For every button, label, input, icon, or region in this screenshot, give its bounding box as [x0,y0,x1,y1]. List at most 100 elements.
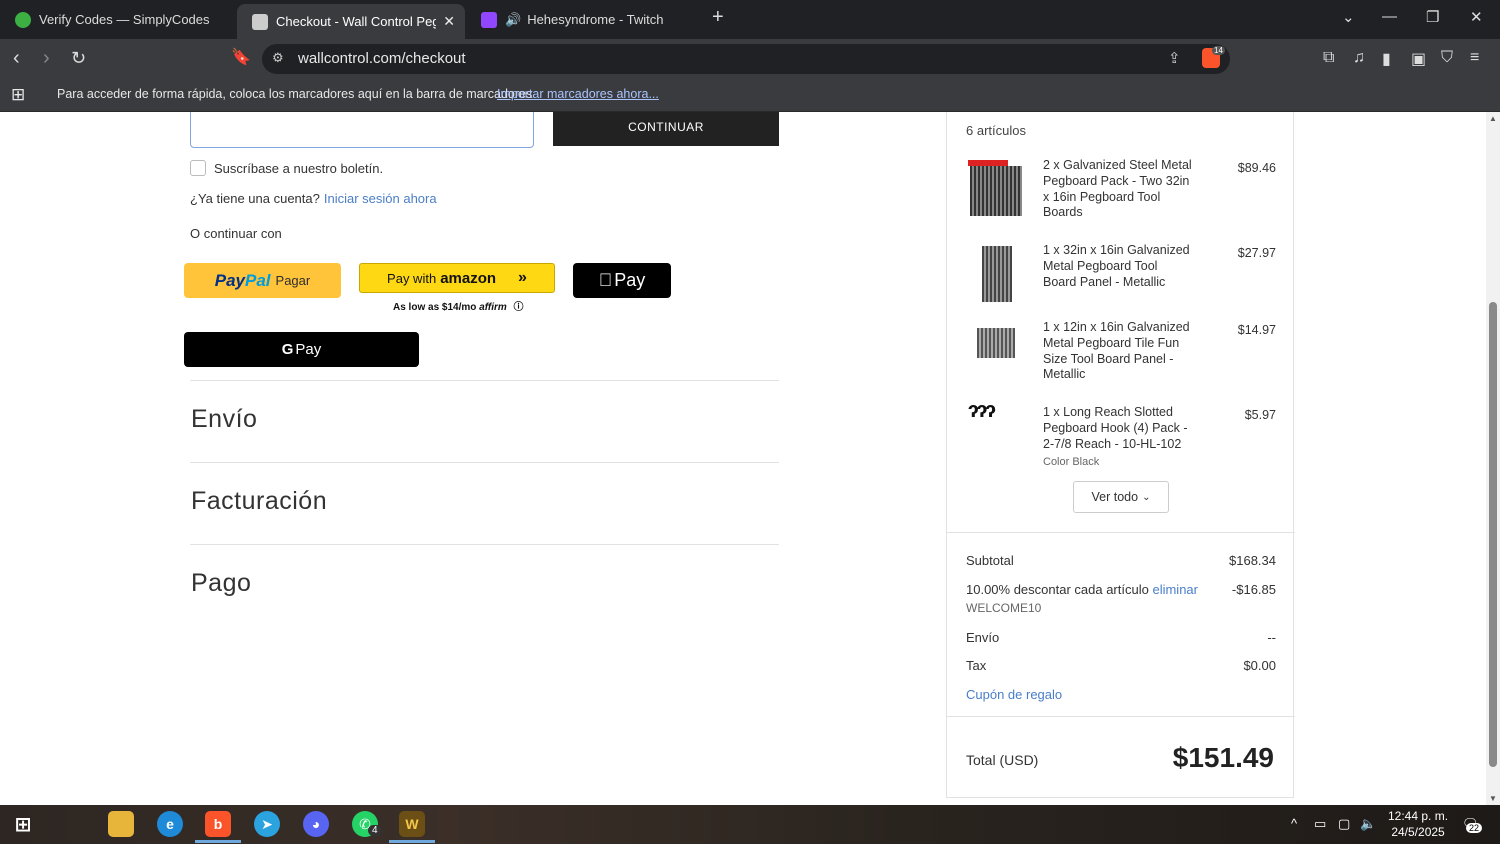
reload-button[interactable]: ↻ [71,47,86,69]
wallet-icon[interactable]: ▣ [1411,49,1426,69]
media-icon[interactable]: ♫ [1353,49,1365,67]
sidebar-icon[interactable]: ▮ [1382,49,1391,69]
vpn-icon[interactable]: ⛉ [1441,49,1453,67]
tab-checkout[interactable]: Checkout - Wall Control Pegbo... ✕ [237,4,465,39]
clock-time: 12:44 p. m. [1388,809,1449,823]
product-image [968,328,1024,358]
simplycodes-icon [15,11,31,28]
edge-icon[interactable]: e [157,811,183,837]
warcraft-icon[interactable]: W [389,811,435,843]
affirm-logo: affirm [479,302,507,313]
tab-title: Hehesyndrome - Twitch [527,12,664,27]
address-bar[interactable]: ⚙ wallcontrol.com/checkout ⇪ 14 [262,44,1230,74]
share-icon[interactable]: ⇪ [1168,49,1181,67]
wallcontrol-icon [252,13,268,30]
continue-button[interactable]: CONTINUAR [553,112,779,146]
login-link[interactable]: Iniciar sesión ahora [324,191,437,206]
paypal-button[interactable]: PayPal Pagar [184,263,341,298]
tray-chevron-icon[interactable]: ^ [1291,816,1297,831]
double-chevron-icon: » [518,269,527,286]
speaker-icon: 🔊 [505,11,522,27]
shipping-label: Envío [966,630,1000,645]
gift-coupon-link[interactable]: Cupón de regalo [966,687,1062,702]
start-button[interactable]: ⊞ [10,811,36,837]
email-input[interactable] [190,112,534,148]
volume-icon[interactable]: 🔈 [1360,816,1376,832]
scroll-up-icon[interactable]: ▲ [1489,114,1497,123]
page-scrollbar[interactable]: ▲ ▼ [1486,112,1500,805]
shipping-section[interactable]: Envío [190,380,779,462]
info-icon[interactable]: ⓘ [514,302,524,313]
account-prompt: ¿Ya tiene una cuenta? [190,191,320,206]
close-window-button[interactable]: ✕ [1470,8,1483,26]
pegboard-image [970,166,1022,216]
google-pay-button[interactable]: G Pay [184,332,419,367]
account-prompt-line: ¿Ya tiene una cuenta? Iniciar sesión ahor… [190,191,437,206]
discount-value: -$16.85 [1231,582,1276,597]
shipping-value: -- [1267,630,1276,645]
tax-label: Tax [966,658,987,673]
bookmark-icon[interactable]: 🔖 [231,47,251,69]
pegboard-image [977,328,1015,358]
telegram-icon[interactable]: ➤ [254,811,280,837]
network-icon[interactable]: ▢ [1338,816,1350,832]
apple-icon:  [599,270,613,291]
twitch-icon [481,11,497,28]
new-tab-button[interactable]: + [712,6,724,29]
tab-search-chevron-icon[interactable]: ⌄ [1342,8,1355,26]
amazon-pay-button[interactable]: Pay with amazon » [359,263,555,293]
import-bookmarks-link[interactable]: Importar marcadores ahora... [497,87,659,101]
chevron-down-icon: ⌄ [1142,491,1151,503]
item-name: 2 x Galvanized Steel Metal Pegboard Pack… [1043,158,1192,220]
payment-section[interactable]: Pago [190,544,779,626]
affirm-text: As low as $14/mo [393,302,477,313]
scrollbar-thumb[interactable] [1489,302,1497,767]
apple-pay-button[interactable]:  Pay [573,263,671,298]
file-explorer-icon[interactable] [108,811,134,837]
apps-grid-icon[interactable]: ⊞ [11,85,25,105]
section-title: Envío [191,405,258,433]
forward-button[interactable]: › [43,47,50,69]
scroll-down-icon[interactable]: ▼ [1489,794,1497,803]
whatsapp-badge: 4 [368,825,382,836]
section-title: Pago [191,569,252,597]
system-clock[interactable]: 12:44 p. m. 24/5/2025 [1388,808,1448,840]
google-pay-label: Pay [295,341,322,358]
brave-icon[interactable]: b [195,811,241,843]
view-all-button[interactable]: Ver todo ⌄ [1073,481,1169,513]
item-variant: Color Black [1043,456,1100,468]
restore-button[interactable]: ❐ [1426,8,1439,26]
tab-title: Checkout - Wall Control Pegbo... [276,14,436,29]
newsletter-option[interactable]: Suscríbase a nuestro boletín. [190,160,383,176]
discount-label: 10.00% descontar cada artículo [966,582,1149,597]
checkout-page: CONTINUAR Suscríbase a nuestro boletín. … [0,112,1486,805]
view-all-label: Ver todo [1091,490,1139,504]
discount-row: 10.00% descontar cada artículo eliminar … [966,582,1276,615]
product-image [968,160,1024,216]
windows-taskbar: ⊞ e b ➤ ◕ ✆ 4 W ^ ▭ ▢ 🔈 12:44 p. m. 24/5… [0,805,1500,844]
divider [947,716,1295,717]
extensions-icon[interactable]: ⧉ [1323,49,1334,67]
tab-twitch[interactable]: 🔊 Hehesyndrome - Twitch [466,0,696,39]
affirm-note: As low as $14/mo affirm ⓘ [393,298,524,313]
paypal-logo: PayPal [214,270,271,290]
discord-icon[interactable]: ◕ [303,811,329,837]
shipping-row: Envío -- [966,630,1276,645]
tab-simplycodes[interactable]: Verify Codes — SimplyCodes [0,0,235,39]
google-g-icon: G [281,341,294,358]
billing-section[interactable]: Facturación [190,462,779,544]
amazon-prefix: Pay with [387,270,437,286]
newsletter-label: Suscríbase a nuestro boletín. [214,160,384,176]
site-settings-icon[interactable]: ⚙ [272,50,284,66]
remove-discount-link[interactable]: eliminar [1152,582,1198,597]
back-button[interactable]: ‹ [13,47,20,69]
bookmarks-message: Para acceder de forma rápida, coloca los… [57,87,533,101]
notifications-badge: 22 [1466,823,1483,833]
minimize-button[interactable]: — [1382,8,1397,25]
battery-icon[interactable]: ▭ [1314,816,1326,832]
url-text[interactable]: wallcontrol.com/checkout [298,50,466,67]
menu-icon[interactable]: ≡ [1470,49,1479,67]
close-tab-icon[interactable]: ✕ [443,13,455,30]
newsletter-checkbox[interactable] [190,160,206,176]
clock-date: 24/5/2025 [1391,825,1445,839]
